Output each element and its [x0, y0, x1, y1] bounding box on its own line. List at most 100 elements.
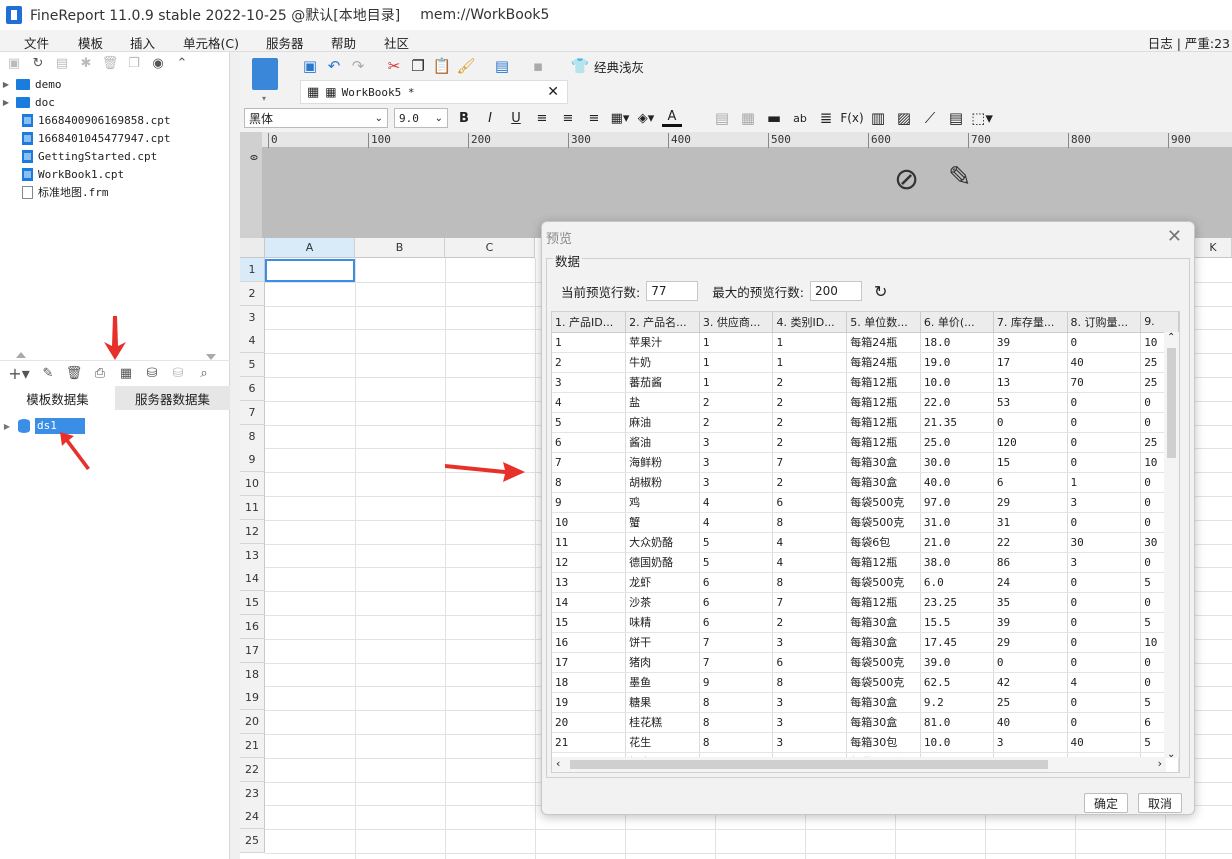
image-icon[interactable]: ▨	[894, 108, 914, 128]
align-right-icon[interactable]: ≡	[584, 108, 604, 128]
menu-cell[interactable]: 单元格(C)	[183, 33, 239, 52]
cut-icon[interactable]: ✂	[384, 56, 404, 76]
tab-workbook5[interactable]: ▦ ▦ WorkBook5 * ✕	[300, 80, 568, 104]
italic-icon[interactable]: I	[480, 108, 500, 128]
search-icon[interactable]: ⌕	[196, 366, 212, 382]
menu-community[interactable]: 社区	[384, 33, 409, 52]
hide-eye-icon[interactable]: ⊘	[894, 162, 919, 197]
tree-file[interactable]: WorkBook1.cpt	[0, 165, 229, 183]
tree-file[interactable]: 1668401045477947.cpt	[0, 129, 229, 147]
tree-file[interactable]: GettingStarted.cpt	[0, 147, 229, 165]
tree-file[interactable]: 标准地图.frm	[0, 183, 229, 201]
menu-insert[interactable]: 插入	[130, 33, 155, 52]
param-icon[interactable]: ▤	[492, 56, 512, 76]
template-menu-arrow-icon[interactable]: ▾	[262, 94, 266, 103]
add-dataset-icon[interactable]: +▾	[8, 364, 30, 383]
richtext-icon[interactable]: ≣	[816, 108, 836, 128]
selected-cell[interactable]	[265, 259, 355, 282]
close-tab-icon[interactable]: ✕	[547, 84, 559, 100]
table-row[interactable]: 18 墨鱼 9 8 每袋500克 62.5 42 4 0	[552, 672, 1179, 693]
table-row[interactable]: 9 鸡 4 6 每袋500克 97.0 29 3 0	[552, 492, 1179, 513]
scroll-thumb-h[interactable]	[570, 760, 1048, 769]
expand-arrow-icon[interactable]: ▶	[0, 422, 14, 431]
menu-server[interactable]: 服务器	[266, 33, 304, 52]
chart-icon[interactable]: ▥	[868, 108, 888, 128]
table-header-cell[interactable]: 5. 单位数...	[846, 312, 921, 333]
table-row[interactable]: 17 猪肉 7 6 每袋500克 39.0 0 0 0	[552, 652, 1179, 673]
theme-icon[interactable]: 👕	[570, 56, 590, 76]
table-row[interactable]: 19 糖果 8 3 每箱30盒 9.2 25 0 5	[552, 692, 1179, 713]
column-header[interactable]: B	[355, 238, 445, 258]
menu-help[interactable]: 帮助	[331, 33, 356, 52]
horizontal-scrollbar[interactable]: ‹ ›	[552, 757, 1166, 772]
align-center-icon[interactable]: ≡	[558, 108, 578, 128]
table-row[interactable]: 5 麻油 2 2 每箱12瓶 21.35 0 0 0	[552, 412, 1179, 433]
close-icon[interactable]: ✕	[1167, 226, 1182, 247]
slash-icon[interactable]: ⟋	[920, 108, 940, 128]
row-header[interactable]: 9	[240, 448, 265, 473]
table-row[interactable]: 11 大众奶酪 5 4 每袋6包 21.0 22 30 30	[552, 532, 1179, 553]
copy-icon[interactable]: ❐	[126, 55, 142, 71]
row-header[interactable]: 22	[240, 757, 265, 782]
row-header[interactable]: 13	[240, 543, 265, 568]
current-rows-field[interactable]: 77	[646, 281, 699, 301]
row-header[interactable]: 11	[240, 496, 265, 520]
table-header-cell[interactable]: 6. 单价(...	[920, 312, 994, 333]
subreport-icon[interactable]: ▤	[946, 108, 966, 128]
cancel-button[interactable]: 取消	[1138, 793, 1182, 813]
row-header[interactable]: 14	[240, 567, 265, 592]
preview-dataset-icon[interactable]: ⎙	[92, 366, 108, 382]
tree-folder-demo[interactable]: ▶ demo	[0, 75, 229, 93]
max-rows-field[interactable]: 200	[809, 281, 862, 301]
table-row[interactable]: 12 德国奶酪 5 4 每箱12瓶 38.0 86 3 0	[552, 552, 1179, 573]
scroll-thumb[interactable]	[1167, 348, 1176, 458]
delete-icon[interactable]: 🗑	[102, 55, 119, 71]
table-row[interactable]: 10 蟹 4 8 每袋500克 31.0 31 0 0	[552, 512, 1179, 533]
tree-file[interactable]: 1668400906169858.cpt	[0, 111, 229, 129]
tree-folder-doc[interactable]: ▶ doc	[0, 93, 229, 111]
table-row[interactable]: 4 盐 2 2 每箱12瓶 22.0 53 0 0	[552, 392, 1179, 413]
table-header-cell[interactable]: 1. 产品ID...	[552, 312, 627, 333]
column-header[interactable]: K	[1195, 238, 1232, 258]
locate-icon[interactable]: ◉	[150, 55, 166, 71]
scroll-up-icon[interactable]: ⌃	[1167, 332, 1175, 343]
font-size-select[interactable]: 9.0 ⌄	[394, 108, 448, 128]
row-header[interactable]: 6	[240, 377, 265, 401]
row-header[interactable]: 18	[240, 662, 265, 687]
row-header[interactable]: 21	[240, 734, 265, 758]
table-row[interactable]: 3 蕃茄酱 1 2 每箱12瓶 10.0 13 70 25	[552, 372, 1179, 393]
align-left-icon[interactable]: ≡	[532, 108, 552, 128]
table-row[interactable]: 13 龙虾 6 8 每袋500克 6.0 24 0 5	[552, 572, 1179, 593]
row-header[interactable]: 25	[240, 829, 265, 854]
tab-template-dataset[interactable]: 模板数据集	[0, 386, 115, 410]
row-header[interactable]: 7	[240, 400, 265, 425]
text-icon[interactable]: ab	[790, 108, 810, 128]
ok-button[interactable]: 确定	[1084, 793, 1128, 813]
scroll-down-icon[interactable]: ⌄	[1167, 749, 1175, 760]
undo-icon[interactable]: ↶	[324, 56, 344, 76]
grid-corner[interactable]	[240, 238, 265, 258]
row-header[interactable]: 8	[240, 424, 265, 449]
save-icon[interactable]: ▣	[300, 56, 320, 76]
row-header[interactable]: 5	[240, 353, 265, 378]
row-header[interactable]: 17	[240, 638, 265, 663]
formula-icon[interactable]: F(x)	[840, 108, 863, 128]
vertical-scrollbar[interactable]: ⌃ ⌄	[1164, 332, 1179, 760]
expand-arrow-icon[interactable]: ▶	[0, 98, 12, 107]
row-header[interactable]: 16	[240, 615, 265, 639]
table-row[interactable]: 6 酱油 3 2 每箱12瓶 25.0 120 0 25	[552, 432, 1179, 453]
menu-file[interactable]: 文件	[24, 33, 49, 52]
row-header[interactable]: 20	[240, 710, 265, 735]
edit-pencil-icon[interactable]: ✎	[948, 160, 971, 193]
format-brush-icon[interactable]: 🖌	[456, 56, 476, 76]
preview-disabled-icon[interactable]: ▪	[528, 56, 548, 76]
database-disabled-icon[interactable]: ⛁	[170, 366, 186, 382]
menu-template[interactable]: 模板	[78, 33, 103, 52]
border-icon[interactable]: ▦▾	[610, 108, 630, 128]
copy-icon[interactable]: ❐	[408, 56, 428, 76]
tab-server-dataset[interactable]: 服务器数据集	[115, 386, 230, 410]
new-folder-icon[interactable]: ▣	[6, 55, 22, 71]
column-header[interactable]: C	[445, 238, 535, 258]
underline-icon[interactable]: U	[506, 108, 526, 128]
expand-arrow-icon[interactable]: ▶	[0, 80, 12, 89]
